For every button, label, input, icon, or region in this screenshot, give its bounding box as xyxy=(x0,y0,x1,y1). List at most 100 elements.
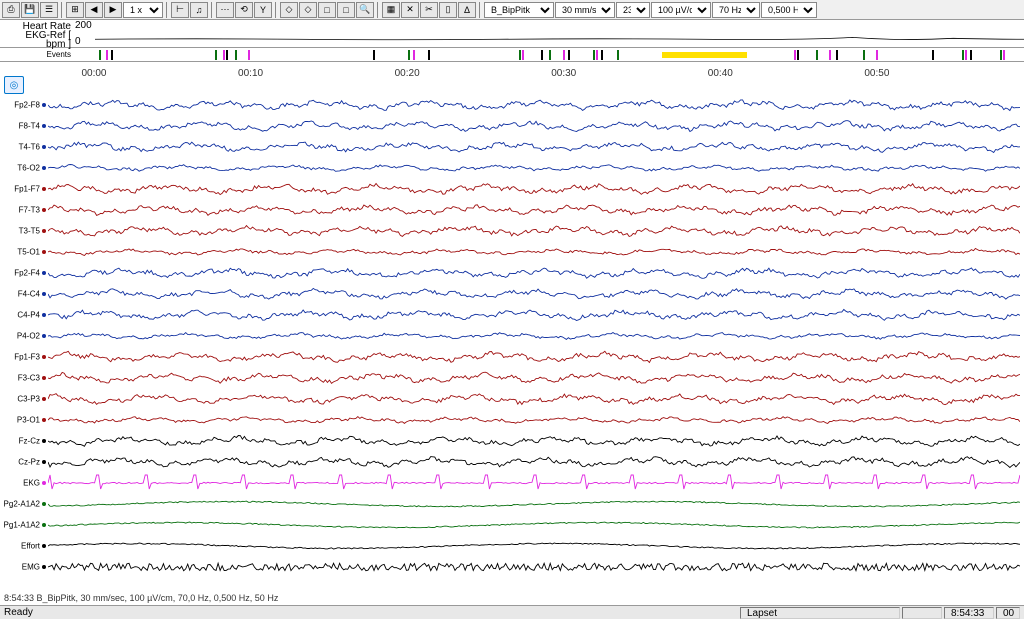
channel-F7-T3[interactable]: F7-T3 xyxy=(0,199,1024,221)
channel-color-dot xyxy=(42,565,46,569)
channel-color-dot xyxy=(42,208,46,212)
channel-EKG[interactable]: EKG xyxy=(0,472,1024,494)
tools-icon[interactable]: ✂ xyxy=(420,2,438,18)
channel-color-dot xyxy=(42,313,46,317)
heart-rate-plot[interactable] xyxy=(95,20,1024,47)
channel-label: Effort xyxy=(0,542,40,551)
channel-label: F7-T3 xyxy=(0,206,40,215)
channel-Fp1-F7[interactable]: Fp1-F7 xyxy=(0,178,1024,200)
print-icon[interactable]: ⎙ xyxy=(2,2,20,18)
status-sec: 00 xyxy=(996,607,1020,619)
channel-color-dot xyxy=(42,334,46,338)
toggle-a-icon[interactable]: ⊞ xyxy=(66,2,84,18)
channel-color-dot xyxy=(42,439,46,443)
channel-color-dot xyxy=(42,166,46,170)
channel-Fp1-F3[interactable]: Fp1-F3 xyxy=(0,346,1024,368)
main-toolbar: ⎙ 💾 ☰ ⊞ ◀ ▶ 1 x ⊢ ♫ ⋯ ⟲ Y ◇ ◇ □ □ 🔍 ▦ ✕ … xyxy=(0,0,1024,20)
channel-P3-O1[interactable]: P3-O1 xyxy=(0,409,1024,431)
waveform xyxy=(48,136,1020,158)
channel-EMG[interactable]: EMG xyxy=(0,556,1024,578)
channel-Fp2-F8[interactable]: Fp2-F8 xyxy=(0,94,1024,116)
tool-1-icon[interactable]: ⋯ xyxy=(216,2,234,18)
channel-color-dot xyxy=(42,544,46,548)
waveform xyxy=(48,241,1020,263)
channel-label: P3-O1 xyxy=(0,416,40,425)
shape-2-icon[interactable]: ◇ xyxy=(299,2,317,18)
channel-Fp2-F4[interactable]: Fp2-F4 xyxy=(0,262,1024,284)
delta-icon[interactable]: Δ xyxy=(458,2,476,18)
doc-icon[interactable]: ▯ xyxy=(439,2,457,18)
channel-label: Fp1-F7 xyxy=(0,185,40,194)
epoch-select[interactable]: 23 xyxy=(616,2,650,18)
events-track[interactable] xyxy=(75,48,1024,62)
search-icon[interactable]: 🔍 xyxy=(356,2,374,18)
channel-label: C3-P3 xyxy=(0,395,40,404)
waveform xyxy=(48,367,1020,389)
channel-T3-T5[interactable]: T3-T5 xyxy=(0,220,1024,242)
sensitivity-select[interactable]: 100 µV/cm xyxy=(651,2,711,18)
channel-color-dot xyxy=(42,187,46,191)
eeg-waveform-area[interactable]: Fp2-F8 F8-T4 T4-T6T6-O2 Fp1-F7 F7-T3 T3-T5 T5-… xyxy=(0,94,1024,609)
channel-label: F8-T4 xyxy=(0,122,40,131)
channel-label: P4-O2 xyxy=(0,332,40,341)
page-start-icon[interactable]: ◀ xyxy=(85,2,103,18)
channel-P4-O2[interactable]: P4-O2 xyxy=(0,325,1024,347)
channel-Pg1-A1A2[interactable]: Pg1-A1A2 xyxy=(0,514,1024,536)
waveform xyxy=(48,472,1020,494)
channel-label: Cz-Pz xyxy=(0,458,40,467)
waveform xyxy=(48,199,1020,221)
waveform xyxy=(48,493,1020,515)
waveform xyxy=(48,283,1020,305)
channel-Fz-Cz[interactable]: Fz-Cz xyxy=(0,430,1024,452)
highcut-select[interactable]: 70 Hz xyxy=(712,2,760,18)
zoom-select[interactable]: 1 x xyxy=(123,2,163,18)
shape-3-icon[interactable]: □ xyxy=(318,2,336,18)
channel-T4-T6[interactable]: T4-T6 xyxy=(0,136,1024,158)
channel-F3-C3[interactable]: F3-C3 xyxy=(0,367,1024,389)
channel-color-dot xyxy=(42,355,46,359)
channel-F8-T4[interactable]: F8-T4 xyxy=(0,115,1024,137)
waveform xyxy=(48,451,1020,473)
shape-1-icon[interactable]: ◇ xyxy=(280,2,298,18)
lowcut-select[interactable]: 0,500 Hz xyxy=(761,2,817,18)
channel-Cz-Pz[interactable]: Cz-Pz xyxy=(0,451,1024,473)
target-icon[interactable]: ◎ xyxy=(4,76,24,94)
tool-2-icon[interactable]: ⟲ xyxy=(235,2,253,18)
montage-select[interactable]: B_BipPitk xyxy=(484,2,554,18)
channel-color-dot xyxy=(42,397,46,401)
music-icon[interactable]: ♫ xyxy=(190,2,208,18)
channel-T6-O2[interactable]: T6-O2 xyxy=(0,157,1024,179)
channel-color-dot xyxy=(42,481,46,485)
waveform xyxy=(48,94,1020,116)
channel-color-dot xyxy=(42,229,46,233)
channel-C4-P4[interactable]: C4-P4 xyxy=(0,304,1024,326)
waveform xyxy=(48,535,1020,557)
page-end-icon[interactable]: ▶ xyxy=(104,2,122,18)
waveform xyxy=(48,409,1020,431)
marker-y-icon[interactable]: Y xyxy=(254,2,272,18)
timebase-select[interactable]: 30 mm/sec xyxy=(555,2,615,18)
waveform xyxy=(48,220,1020,242)
channel-label: F3-C3 xyxy=(0,374,40,383)
waveform xyxy=(48,388,1020,410)
channel-color-dot xyxy=(42,502,46,506)
channel-F4-C4[interactable]: F4-C4 xyxy=(0,283,1024,305)
shape-4-icon[interactable]: □ xyxy=(337,2,355,18)
channel-label: Fp2-F4 xyxy=(0,269,40,278)
channel-color-dot xyxy=(42,376,46,380)
channel-label: Fp1-F3 xyxy=(0,353,40,362)
channel-C3-P3[interactable]: C3-P3 xyxy=(0,388,1024,410)
heart-rate-scale: 2000 xyxy=(75,20,95,47)
channel-label: Fp2-F8 xyxy=(0,101,40,110)
save-icon[interactable]: 💾 xyxy=(21,2,39,18)
settings-icon[interactable]: ✕ xyxy=(401,2,419,18)
channel-color-dot xyxy=(42,124,46,128)
channel-label: T5-O1 xyxy=(0,248,40,257)
ruler-icon[interactable]: ⊢ xyxy=(171,2,189,18)
channel-label: T3-T5 xyxy=(0,227,40,236)
channel-Effort[interactable]: Effort xyxy=(0,535,1024,557)
list-icon[interactable]: ☰ xyxy=(40,2,58,18)
channel-T5-O1[interactable]: T5-O1 xyxy=(0,241,1024,263)
channel-Pg2-A1A2[interactable]: Pg2-A1A2 xyxy=(0,493,1024,515)
grid-icon[interactable]: ▦ xyxy=(382,2,400,18)
